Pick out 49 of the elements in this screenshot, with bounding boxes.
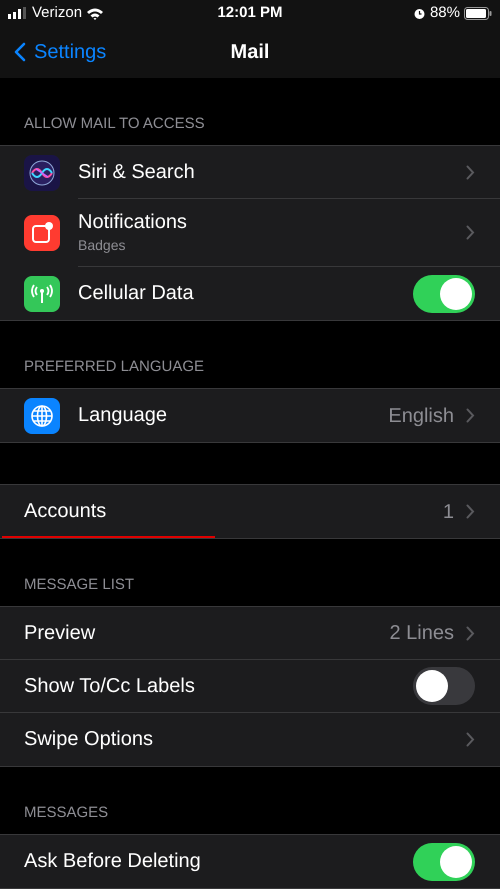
row-label: Swipe Options [24, 727, 154, 752]
back-button[interactable]: Settings [14, 37, 106, 67]
row-label: Cellular Data [78, 281, 195, 306]
row-value: 1 [442, 500, 454, 524]
section-header: PREFERRED LANGUAGE [24, 356, 204, 376]
row-label: Accounts [24, 499, 108, 524]
notification-badge-icon [24, 215, 60, 251]
signal-icon [8, 7, 28, 19]
chevron-icon [466, 164, 475, 180]
settings-row[interactable]: Siri & Search [0, 146, 500, 199]
row-label: Siri & Search [78, 160, 196, 184]
section-header: ALLOW MAIL TO ACCESS [24, 114, 205, 134]
siri-icon [24, 154, 60, 190]
wifi-icon [86, 6, 104, 20]
row-value: English [388, 404, 454, 428]
toggle-switch[interactable] [413, 274, 475, 312]
row-value: 2 Lines [390, 621, 454, 646]
chevron-icon [466, 732, 475, 747]
settings-row[interactable]: Cellular Data [0, 267, 500, 320]
page-title: Mail [230, 40, 270, 65]
antenna-icon [24, 276, 60, 312]
settings-row[interactable]: Swipe Options [0, 713, 500, 766]
settings-row[interactable]: Accounts 1 [0, 485, 500, 538]
chevron-left-icon [14, 42, 26, 62]
section-header: MESSAGES [24, 802, 108, 822]
globe-icon [24, 398, 60, 434]
chevron-icon [466, 504, 475, 519]
row-label: Ask Before Deleting [24, 849, 202, 874]
settings-row[interactable]: Show To/Cc Labels [0, 660, 500, 713]
carrier-name: Verizon [32, 2, 82, 23]
battery-icon [464, 6, 492, 20]
chevron-icon [466, 626, 475, 640]
row-label: Show To/Cc Labels [24, 674, 196, 698]
toggle-switch[interactable] [413, 667, 475, 705]
status-time: 12:01 PM [217, 2, 283, 23]
row-label: Preview [24, 620, 96, 646]
section-header: MESSAGE LIST [24, 574, 134, 594]
row-label: Language [78, 403, 168, 428]
row-label: Notifications [78, 210, 188, 234]
settings-row[interactable]: Notifications Badges [0, 199, 500, 267]
row-subtitle: Badges [78, 236, 126, 255]
battery-percent: 88% [430, 2, 460, 23]
settings-row[interactable]: Preview 2 Lines [0, 607, 500, 660]
chevron-icon [466, 408, 475, 423]
settings-row[interactable]: Language English [0, 389, 500, 442]
settings-row[interactable]: Ask Before Deleting [0, 835, 500, 888]
alarm-clock-icon [412, 6, 426, 20]
chevron-icon [466, 225, 475, 240]
toggle-switch[interactable] [413, 842, 475, 880]
